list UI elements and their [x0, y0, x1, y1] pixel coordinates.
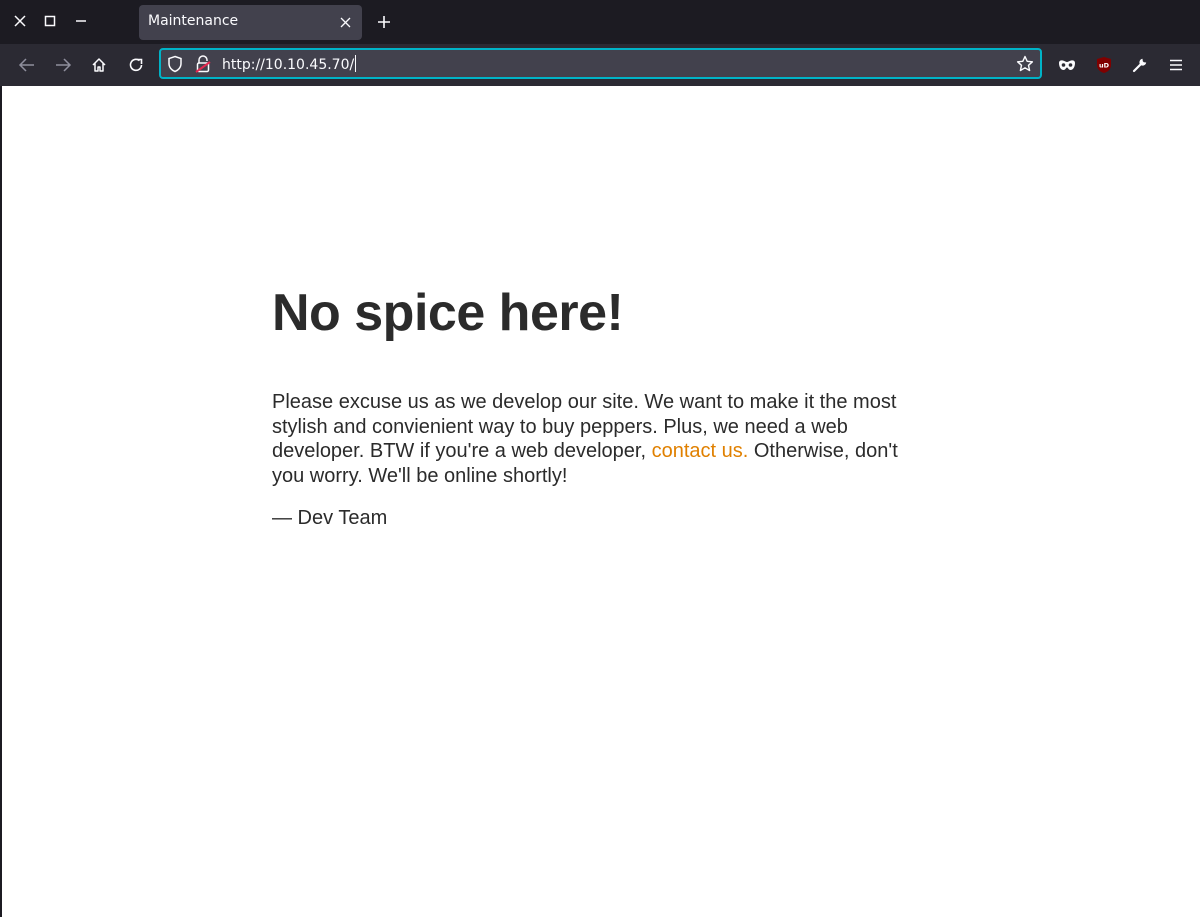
tab-maintenance[interactable]: Maintenance	[139, 5, 362, 40]
close-window-button[interactable]	[10, 11, 30, 31]
extension-button[interactable]	[1130, 55, 1150, 75]
address-bar[interactable]: http://10.10.45.70/	[159, 48, 1042, 79]
tracking-protection-button[interactable]	[167, 55, 183, 77]
new-tab-icon	[378, 16, 390, 28]
maintenance-message: Please excuse us as we develop our site.…	[272, 390, 932, 488]
home-button[interactable]	[89, 55, 109, 75]
reload-button[interactable]	[126, 55, 146, 75]
shield-icon	[168, 55, 182, 73]
insecure-lock-icon	[195, 55, 211, 73]
tab-strip: Maintenance	[0, 0, 1200, 44]
back-icon	[18, 58, 34, 72]
home-icon	[92, 58, 106, 72]
tab-title: Maintenance	[148, 13, 239, 29]
private-browsing-indicator[interactable]	[1057, 55, 1077, 75]
signature: — Dev Team	[272, 507, 388, 529]
minimize-window-button[interactable]	[71, 11, 91, 31]
contact-us-link[interactable]: contact us.	[652, 440, 749, 462]
text-caret	[355, 55, 357, 72]
tab-close-button[interactable]	[336, 13, 354, 31]
maximize-window-icon	[44, 15, 56, 27]
bookmark-star-icon	[1016, 55, 1034, 72]
app-menu-button[interactable]	[1166, 55, 1186, 75]
hamburger-menu-icon	[1170, 59, 1182, 71]
tab-close-icon	[340, 17, 350, 27]
wrench-icon	[1132, 58, 1147, 73]
navigation-toolbar: http://10.10.45.70/ uD	[0, 44, 1200, 86]
page-headline: No spice here!	[272, 284, 624, 342]
maximize-window-button[interactable]	[40, 11, 60, 31]
forward-icon	[56, 58, 72, 72]
reload-icon	[129, 58, 143, 72]
ublock-icon: uD	[1097, 57, 1111, 73]
close-window-icon	[14, 15, 26, 27]
minimize-window-icon	[76, 20, 86, 22]
forward-button[interactable]	[53, 55, 73, 75]
back-button[interactable]	[17, 55, 37, 75]
site-security-button[interactable]	[195, 55, 211, 77]
bookmark-button[interactable]	[1016, 55, 1034, 77]
svg-text:uD: uD	[1099, 62, 1110, 70]
new-tab-button[interactable]	[374, 12, 394, 32]
page-viewport: No spice here! Please excuse us as we de…	[2, 86, 1200, 917]
url-text[interactable]: http://10.10.45.70/	[222, 55, 357, 73]
private-mask-icon	[1059, 60, 1075, 70]
ublock-origin-button[interactable]: uD	[1094, 55, 1114, 75]
